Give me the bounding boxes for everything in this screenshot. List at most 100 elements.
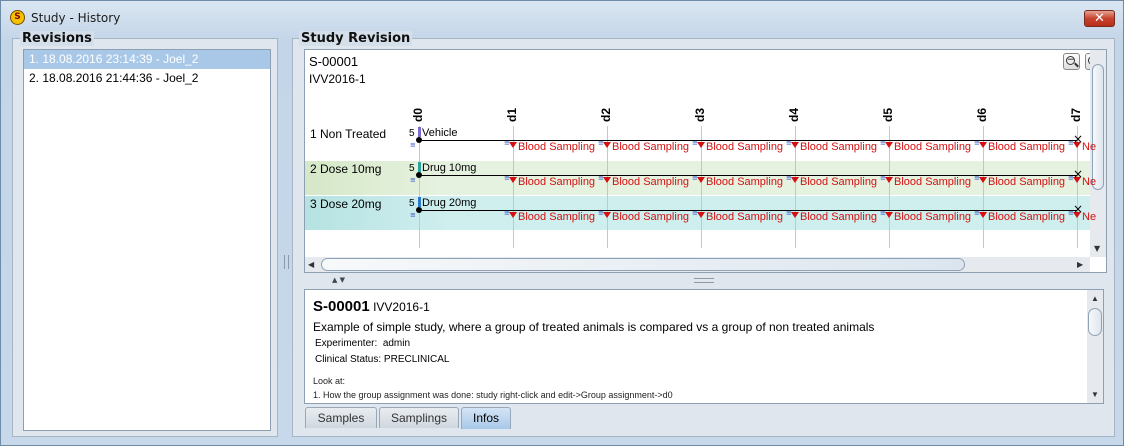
subgroup-marker-icon: ≡ xyxy=(410,141,416,149)
horizontal-scroll-thumb[interactable] xyxy=(321,258,965,271)
sampling-triangle-icon xyxy=(697,212,705,218)
sampling-event[interactable]: Blood Sampling xyxy=(979,176,1065,188)
design-horizontal-scrollbar[interactable]: ◀ ▶ xyxy=(305,257,1090,272)
treatment-color-marker xyxy=(418,197,421,207)
group-size: 5 xyxy=(409,163,415,174)
sampling-event[interactable]: Blood Sampling xyxy=(509,141,595,153)
sampling-triangle-icon xyxy=(791,142,799,148)
study-revision-title: Study Revision xyxy=(299,31,413,46)
sampling-event[interactable]: Blood Sampling xyxy=(979,141,1065,153)
sampling-triangle-icon xyxy=(885,177,893,183)
revisions-title: Revisions xyxy=(20,31,94,46)
tab-infos[interactable]: Infos xyxy=(461,407,511,429)
sampling-label: Blood Sampling xyxy=(706,211,784,223)
sampling-triangle-icon xyxy=(603,177,611,183)
sampling-triangle-icon xyxy=(885,142,893,148)
sampling-triangle-icon xyxy=(979,142,987,148)
panel-splitter[interactable] xyxy=(282,33,290,437)
sampling-label: Blood Sampling xyxy=(800,211,878,223)
info-scroll-up-arrow[interactable]: ▲ xyxy=(1091,294,1099,303)
study-name: IVV2016-1 xyxy=(309,72,366,86)
sampling-event[interactable]: Blood Sampling xyxy=(697,211,783,223)
sampling-triangle-icon xyxy=(697,177,705,183)
sampling-event[interactable]: Blood Sampling xyxy=(885,141,971,153)
group-label[interactable]: 1 Non Treated xyxy=(310,127,386,141)
revision-item[interactable]: 2. 18.08.2016 21:44:36 - Joel_2 xyxy=(24,69,270,88)
divider-grip[interactable] xyxy=(694,278,714,283)
sampling-label: Blood Sampling xyxy=(612,176,690,188)
collapse-arrows-icon[interactable]: ▲ ▼ xyxy=(332,276,345,284)
group-size: 5 xyxy=(409,128,415,139)
scroll-left-arrow[interactable]: ◀ xyxy=(308,260,314,269)
day-label: d0 xyxy=(411,107,425,122)
vertical-scroll-thumb[interactable] xyxy=(1092,64,1104,190)
day-gridline xyxy=(419,126,420,248)
treatment-label[interactable]: Drug 10mg xyxy=(418,162,476,174)
day-label: d4 xyxy=(787,107,801,122)
info-scroll-thumb[interactable] xyxy=(1088,308,1102,336)
treatment-color-marker xyxy=(418,127,421,137)
sampling-event[interactable]: Blood Sampling xyxy=(697,176,783,188)
treatment-label[interactable]: Vehicle xyxy=(418,127,457,139)
sampling-event[interactable]: Blood Sampling xyxy=(885,211,971,223)
sampling-event[interactable]: Blood Sampling xyxy=(791,141,877,153)
sampling-label: Blood Sampling xyxy=(706,141,784,153)
group-label[interactable]: 3 Dose 20mg xyxy=(310,197,381,211)
treatment-label[interactable]: Drug 20mg xyxy=(418,197,476,209)
sampling-label: Ne xyxy=(1082,176,1097,188)
close-button[interactable]: ✕ xyxy=(1084,10,1115,27)
treatment-name: Vehicle xyxy=(422,127,458,139)
sampling-event[interactable]: Blood Sampling xyxy=(791,176,877,188)
group-label[interactable]: 2 Dose 10mg xyxy=(310,162,381,176)
sampling-event[interactable]: Blood Sampling xyxy=(885,176,971,188)
info-panel: S-00001 IVV2016-1 Example of simple stud… xyxy=(304,289,1104,404)
sampling-label: Blood Sampling xyxy=(988,211,1066,223)
zoom-out-button[interactable]: − xyxy=(1063,53,1080,70)
info-vertical-scrollbar[interactable]: ▲ ▼ xyxy=(1087,290,1103,403)
experimenter-label: Experimenter: xyxy=(315,338,378,349)
zoom-out-handle xyxy=(1074,62,1079,68)
scroll-right-arrow[interactable]: ▶ xyxy=(1077,260,1083,269)
splitter-grip[interactable] xyxy=(284,255,289,269)
design-vertical-scrollbar[interactable]: ▼ xyxy=(1090,50,1106,257)
sampling-label: Blood Sampling xyxy=(706,176,784,188)
sampling-label: Blood Sampling xyxy=(988,141,1066,153)
sampling-label: Blood Sampling xyxy=(518,141,596,153)
sampling-event[interactable]: Blood Sampling xyxy=(697,141,783,153)
subgroup-marker-icon: ≡ xyxy=(410,176,416,184)
sampling-triangle-icon xyxy=(509,212,517,218)
tab-samples[interactable]: Samples xyxy=(305,407,377,428)
sampling-triangle-icon xyxy=(603,142,611,148)
day-label: d5 xyxy=(881,107,895,122)
sampling-event[interactable]: Blood Sampling xyxy=(509,176,595,188)
info-scroll-down-arrow[interactable]: ▼ xyxy=(1091,390,1099,399)
day-label: d7 xyxy=(1069,107,1083,122)
sampling-triangle-icon xyxy=(697,142,705,148)
sampling-event[interactable]: Blood Sampling xyxy=(979,211,1065,223)
sampling-label: Blood Sampling xyxy=(612,141,690,153)
sampling-label: Ne xyxy=(1082,211,1097,223)
revision-item[interactable]: 1. 18.08.2016 23:14:39 - Joel_2 xyxy=(24,50,270,69)
info-study-name: IVV2016-1 xyxy=(373,300,430,314)
sampling-triangle-icon xyxy=(603,212,611,218)
sampling-event[interactable]: Blood Sampling xyxy=(603,211,689,223)
end-cross-icon: × xyxy=(1073,167,1084,181)
sampling-triangle-icon xyxy=(509,177,517,183)
scroll-down-arrow[interactable]: ▼ xyxy=(1094,244,1100,253)
study-design-view[interactable]: S-00001 IVV2016-1 − + ▼ ◀ ▶ d0d1d2d3d4d5… xyxy=(304,49,1107,273)
window-title: Study - History xyxy=(31,11,121,25)
revisions-list[interactable]: 1. 18.08.2016 23:14:39 - Joel_2 2. 18.08.… xyxy=(23,49,271,431)
end-cross-icon: × xyxy=(1073,202,1084,216)
sampling-event[interactable]: Blood Sampling xyxy=(791,211,877,223)
sampling-event[interactable]: Blood Sampling xyxy=(603,141,689,153)
day-label: d3 xyxy=(693,107,707,122)
clinical-status-label: Clinical Status: xyxy=(315,354,382,365)
split-divider[interactable]: ▲ ▼ xyxy=(304,274,1107,286)
sampling-event[interactable]: Blood Sampling xyxy=(509,211,595,223)
treatment-name: Drug 10mg xyxy=(422,162,477,174)
group-size: 5 xyxy=(409,198,415,209)
app-icon: S xyxy=(10,10,25,25)
sampling-event[interactable]: Blood Sampling xyxy=(603,176,689,188)
sampling-label: Blood Sampling xyxy=(518,211,596,223)
tab-samplings[interactable]: Samplings xyxy=(379,407,459,428)
